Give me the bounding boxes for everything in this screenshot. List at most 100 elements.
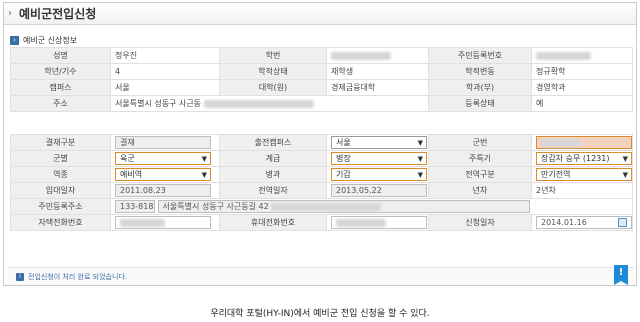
chevron-down-icon: ▼ [622,171,628,179]
page-title: 예비군전입신청 [19,7,97,21]
address-label: 주소 [10,95,111,112]
campus-label: 캠퍼스 [10,79,111,96]
apply-date-label: 신청일자 [428,214,532,231]
campus-select[interactable]: 서울 ▼ [331,136,427,149]
enlist-cell: 2011.08.23 [110,182,220,199]
rank-select[interactable]: 병장 ▼ [331,152,427,165]
discharge-label: 전역일자 [219,182,327,199]
specialty-select[interactable]: 장갑차 승무 (1231) ▼ [536,152,632,165]
branch-select-value: 육군 [120,154,135,163]
settle-cell: 결재 [110,134,220,151]
transfer-cell: 만기전역 ▼ [531,166,633,183]
settle-label: 결재구분 [10,134,111,151]
transfer-select-value: 만기전역 [541,170,571,179]
title-bar: › 예비군전입신청 [4,3,636,25]
mobile-cell [326,214,429,231]
unit-field[interactable] [536,136,632,149]
chevron-down-icon: ▼ [417,171,423,179]
grade-label: 학년/기수 [10,63,111,80]
chevron-down-icon: ▼ [201,155,207,163]
year-label: 년차 [428,182,532,199]
unit-cell [531,134,633,151]
enlist-field: 2011.08.23 [115,184,211,197]
reg-status-label: 등록상태 [428,95,532,112]
discharge-field: 2013.05.22 [331,184,427,197]
type-cell: 예비역 ▼ [110,166,220,183]
change-value: 정규확학 [531,63,633,80]
rank-label: 계급 [219,150,327,167]
notice-bar: i 전입신청이 처리 완료 되었습니다. [8,267,634,285]
specialty-select-value: 장갑차 승무 (1231) [541,154,610,163]
status-value: 재학생 [326,63,429,80]
apply-date-cell: 2014.01.16 [531,214,633,231]
address-text: 서울특별시 성동구 사근동 [115,99,202,108]
settle-field: 결재 [115,136,211,149]
calendar-icon[interactable] [618,218,627,227]
specialty-label: 주특기 [428,150,532,167]
name-value: 정우진 [110,47,220,64]
section-label: 예비군 신상정보 [23,35,78,45]
type-select-value: 예비역 [120,170,143,179]
chevron-right-icon: › [8,8,12,19]
rank-select-value: 병장 [336,154,351,163]
arm-select-value: 기갑 [336,170,351,179]
campus-value: 서울 [110,79,220,96]
postal-field: 133-818 [115,200,155,213]
rrn-value [531,47,633,64]
transfer-select[interactable]: 만기전역 ▼ [536,168,632,181]
form-window: › 예비군전입신청 › 예비군 신상정보 성명 정우진 학번 주민등록번호 학년… [3,2,637,286]
addr-text: 서울특별시 성동구 사근동길 42 [162,202,269,211]
rrn-label: 주민등록번호 [428,47,532,64]
arm-cell: 기갑 ▼ [326,166,429,183]
addr-field: 서울특별시 성동구 사근동길 42 [157,200,530,213]
application-table: 결재구분 결재 출전캠퍼스 서울 ▼ 군번 군별 육군 ▼ 계급 병장 ▼ 주특기 장… [10,134,633,231]
apply-date-field[interactable]: 2014.01.16 [536,216,632,229]
arm-select[interactable]: 기갑 ▼ [331,168,427,181]
campus-select-value: 서울 [336,138,351,147]
info-icon: i [16,273,24,281]
grade-value: 4 [110,63,220,80]
unit-label: 군번 [428,134,532,151]
arm-label: 병과 [219,166,327,183]
notice-text: 전입신청이 처리 완료 되었습니다. [28,273,128,281]
home-phone-field[interactable] [115,216,211,229]
specialty-cell: 장갑차 승무 (1231) ▼ [531,150,633,167]
branch-label: 군별 [10,150,111,167]
transfer-label: 전역구분 [428,166,532,183]
section-header: › 예비군 신상정보 [10,34,77,46]
personal-info-table: 성명 정우진 학번 주민등록번호 학년/기수 4 학적상태 재학생 학적변동 정… [10,47,633,112]
type-label: 역종 [10,166,111,183]
name-label: 성명 [10,47,111,64]
addr-label: 주민등록주소 [10,198,111,215]
app-campus-label: 출전캠퍼스 [219,134,327,151]
app-campus-cell: 서울 ▼ [326,134,429,151]
mobile-label: 휴대전화번호 [219,214,327,231]
home-phone-label: 자택전화번호 [10,214,111,231]
branch-cell: 육군 ▼ [110,150,220,167]
change-label: 학적변동 [428,63,532,80]
reg-status-value: 예 [531,95,633,112]
chevron-down-icon: ▼ [622,155,628,163]
chevron-down-icon: ▼ [417,155,423,163]
student-no-label: 학번 [219,47,327,64]
chevron-down-icon: ▼ [417,139,423,147]
student-no-value [326,47,429,64]
mobile-field[interactable] [331,216,427,229]
addr-cell: 133-818 서울특별시 성동구 사근동길 42 [110,198,633,215]
branch-select[interactable]: 육군 ▼ [115,152,211,165]
discharge-cell: 2013.05.22 [326,182,429,199]
home-phone-cell [110,214,220,231]
college-label: 대학(원) [219,79,327,96]
arrow-square-icon: › [10,35,19,45]
chevron-down-icon: ▼ [201,171,207,179]
address-value: 서울특별시 성동구 사근동 [110,95,429,112]
dept-value: 경영학과 [531,79,633,96]
caption: 우리대학 포털(HY-IN)에서 예비군 전입 신청을 할 수 있다. [210,309,430,319]
status-label: 학적상태 [219,63,327,80]
year-value: 2년차 [531,182,633,199]
type-select[interactable]: 예비역 ▼ [115,168,211,181]
rank-cell: 병장 ▼ [326,150,429,167]
apply-date-value: 2014.01.16 [541,218,587,227]
dept-label: 학과(부) [428,79,532,96]
enlist-label: 입대일자 [10,182,111,199]
